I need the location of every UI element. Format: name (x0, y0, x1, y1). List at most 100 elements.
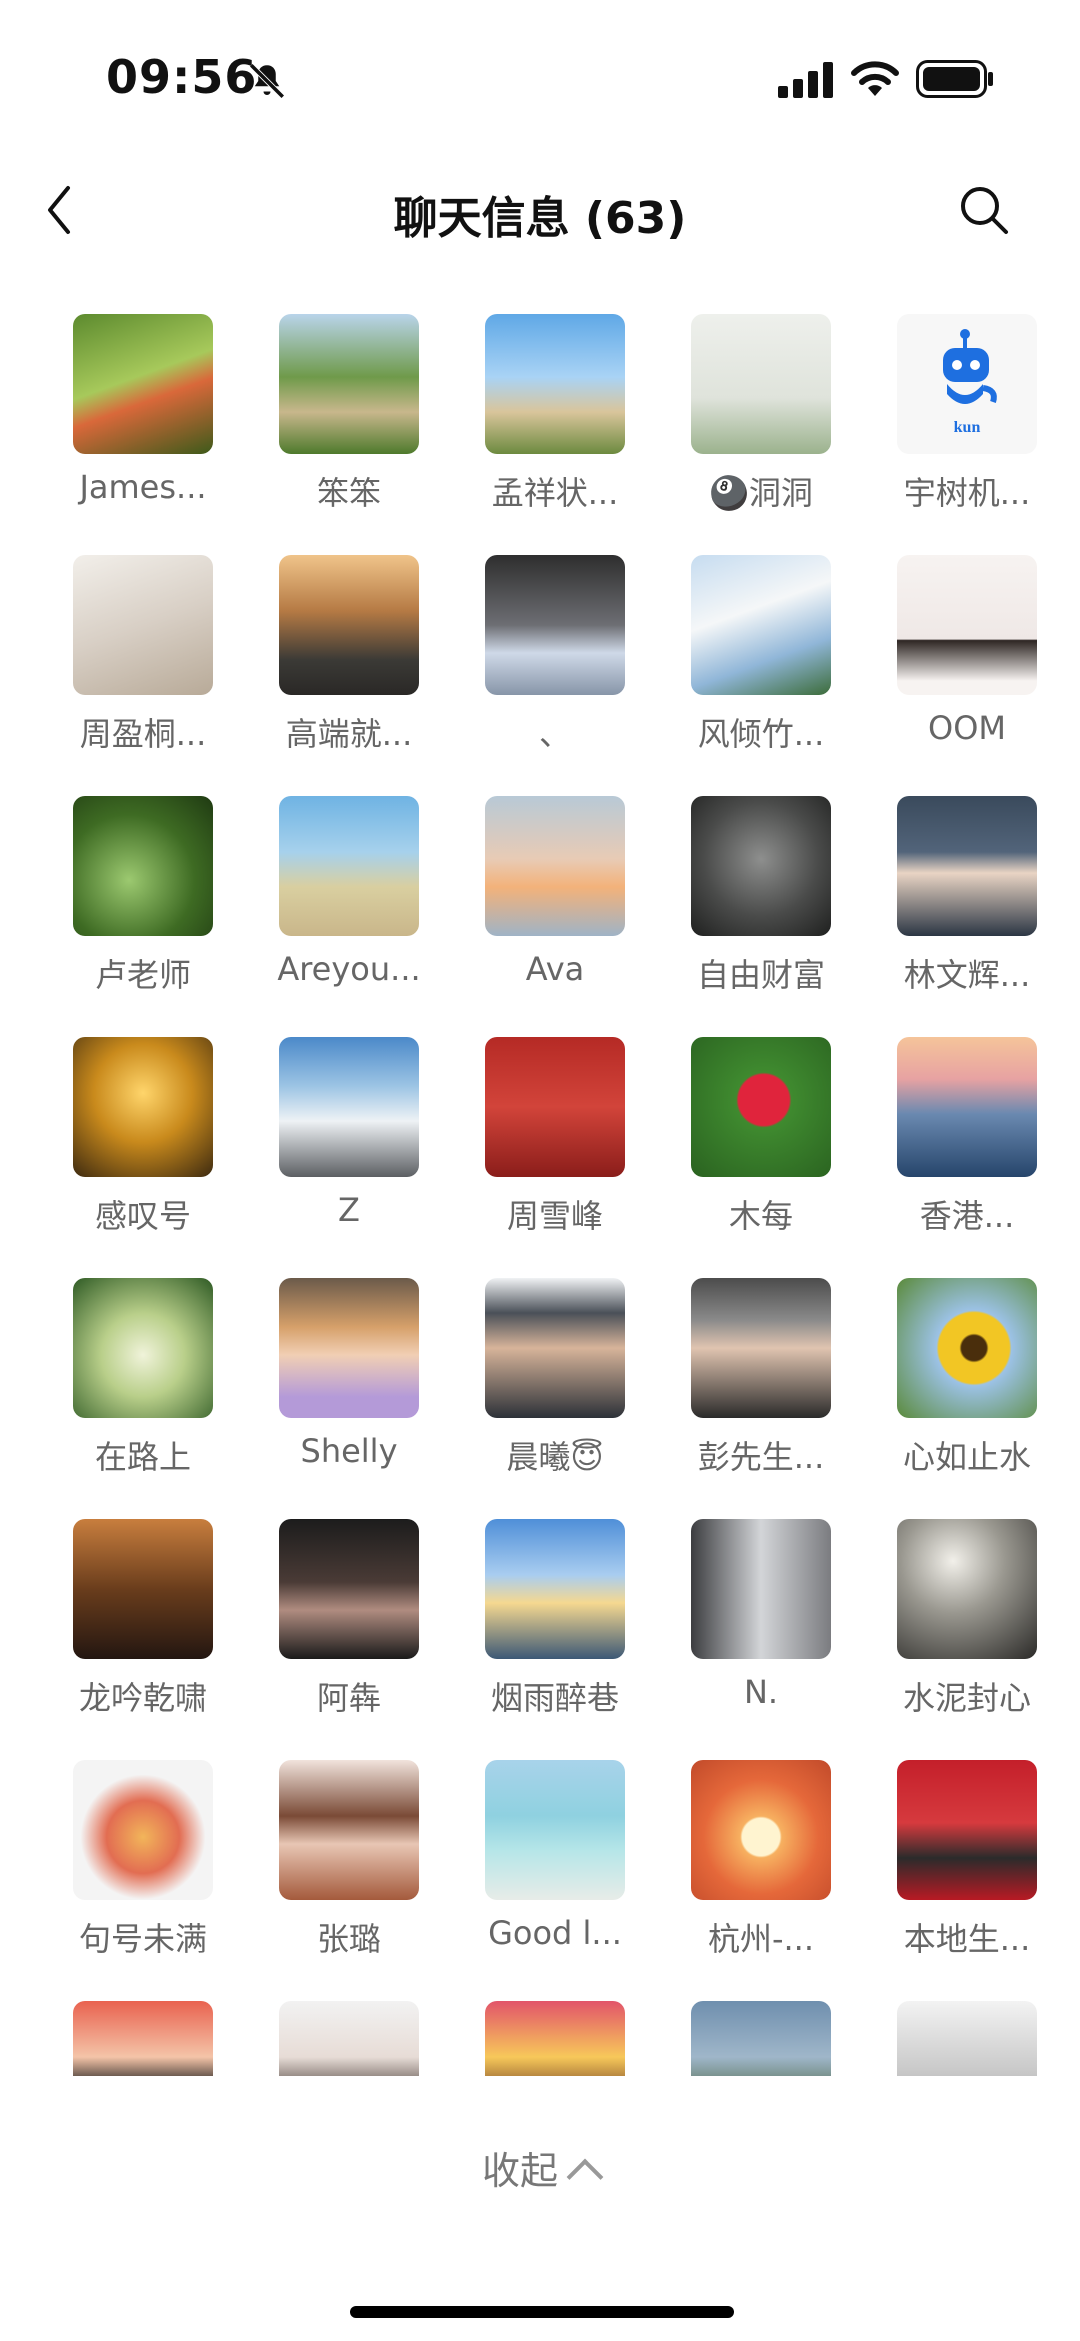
search-icon[interactable] (956, 182, 1012, 238)
member-avatar[interactable] (73, 796, 213, 936)
member-item[interactable]: N. (658, 1517, 864, 1758)
member-avatar[interactable] (691, 1037, 831, 1177)
muted-bell-icon (249, 63, 285, 99)
member-item[interactable]: 心如止水 (864, 1276, 1040, 1517)
member-item[interactable]: 高端就... (246, 553, 452, 794)
member-avatar[interactable] (279, 1760, 419, 1900)
member-item[interactable]: 卢老师 (40, 794, 246, 1035)
cellular-signal-icon (778, 62, 833, 98)
member-item[interactable]: Shelly (246, 1276, 452, 1517)
member-avatar[interactable] (897, 1760, 1037, 1900)
member-name: Z (338, 1191, 360, 1229)
member-avatar[interactable] (897, 2001, 1037, 2076)
member-avatar[interactable] (485, 1037, 625, 1177)
member-avatar[interactable] (485, 1760, 625, 1900)
member-avatar[interactable] (279, 1519, 419, 1659)
member-name: 晨曦😇 (506, 1438, 604, 1476)
member-avatar[interactable] (73, 1037, 213, 1177)
member-item[interactable]: 周盈桐... (40, 553, 246, 794)
member-item[interactable]: 周雪峰 (452, 1035, 658, 1276)
member-avatar[interactable] (691, 555, 831, 695)
member-item[interactable]: Areyou... (246, 794, 452, 1035)
member-avatar[interactable] (73, 1278, 213, 1418)
member-avatar[interactable] (485, 2001, 625, 2076)
member-item[interactable]: 张璐 (246, 1758, 452, 1999)
member-item[interactable]: 木每 (658, 1035, 864, 1276)
member-avatar[interactable] (279, 555, 419, 695)
member-name: 周盈桐... (79, 715, 207, 753)
member-item[interactable]: 龙吟乾啸 (40, 1517, 246, 1758)
member-name: 杭州-... (707, 1920, 815, 1958)
member-item[interactable]: OOM (864, 553, 1040, 794)
member-avatar[interactable] (279, 1037, 419, 1177)
member-item[interactable]: 烟雨醉巷 (452, 1517, 658, 1758)
member-avatar[interactable] (691, 1519, 831, 1659)
member-avatar[interactable] (691, 314, 831, 454)
member-item[interactable]: Good l... (452, 1758, 658, 1999)
member-avatar[interactable] (73, 1519, 213, 1659)
member-item[interactable]: Ava (452, 794, 658, 1035)
member-avatar[interactable] (485, 555, 625, 695)
member-avatar[interactable] (485, 796, 625, 936)
member-name: 自由财富 (696, 956, 825, 994)
member-item[interactable]: 笨笨 (246, 312, 452, 553)
member-avatar[interactable] (897, 1037, 1037, 1177)
member-avatar[interactable] (279, 1278, 419, 1418)
member-avatar[interactable] (485, 1278, 625, 1418)
member-name: 笨笨 (316, 474, 381, 512)
member-item[interactable] (658, 1999, 864, 2076)
member-item[interactable]: 阿犇 (246, 1517, 452, 1758)
member-avatar[interactable] (73, 2001, 213, 2076)
member-name: 宇树机... (903, 474, 1031, 512)
member-name: 水泥封心 (902, 1679, 1031, 1717)
member-item[interactable]: James... (40, 312, 246, 553)
member-avatar[interactable] (485, 314, 625, 454)
member-item[interactable] (246, 1999, 452, 2076)
member-avatar[interactable] (897, 1278, 1037, 1418)
member-item[interactable]: 🎱洞洞 (658, 312, 864, 553)
nav-bar: 聊天信息 (63) (0, 160, 1080, 260)
member-name: 木每 (728, 1197, 793, 1235)
member-avatar[interactable] (279, 2001, 419, 2076)
member-name: 高端就... (285, 715, 413, 753)
member-item[interactable]: 风倾竹... (658, 553, 864, 794)
member-item[interactable]: 香港... (864, 1035, 1040, 1276)
member-item[interactable]: 孟祥状... (452, 312, 658, 553)
member-item[interactable]: 水泥封心 (864, 1517, 1040, 1758)
member-avatar[interactable] (73, 314, 213, 454)
member-item[interactable]: 晨曦😇 (452, 1276, 658, 1517)
member-item[interactable] (452, 1999, 658, 2076)
member-name: N. (743, 1673, 779, 1711)
member-avatar[interactable] (485, 1519, 625, 1659)
member-avatar[interactable] (279, 314, 419, 454)
member-item[interactable]: 自由财富 (658, 794, 864, 1035)
member-item[interactable]: 杭州-... (658, 1758, 864, 1999)
member-avatar[interactable] (279, 796, 419, 936)
member-avatar[interactable] (73, 555, 213, 695)
battery-icon (916, 60, 993, 98)
page-title: 聊天信息 (63) (393, 193, 687, 244)
member-avatar[interactable] (897, 796, 1037, 936)
member-item[interactable]: 在路上 (40, 1276, 246, 1517)
member-name: 本地生... (903, 1920, 1031, 1958)
member-item[interactable] (40, 1999, 246, 2076)
member-item[interactable]: 本地生... (864, 1758, 1040, 1999)
member-item[interactable]: 、 (452, 553, 658, 794)
member-item[interactable]: 句号未满 (40, 1758, 246, 1999)
member-item[interactable]: kun 宇树机... (864, 312, 1040, 553)
member-avatar[interactable] (691, 2001, 831, 2076)
member-item[interactable]: Z (246, 1035, 452, 1276)
member-name: 张璐 (316, 1920, 381, 1958)
collapse-button[interactable]: 收起 (0, 2140, 1080, 2196)
member-item[interactable] (864, 1999, 1040, 2076)
member-item[interactable]: 感叹号 (40, 1035, 246, 1276)
member-avatar[interactable]: kun (897, 314, 1037, 454)
member-item[interactable]: 林文辉... (864, 794, 1040, 1035)
member-avatar[interactable] (691, 1760, 831, 1900)
member-avatar[interactable] (691, 796, 831, 936)
member-avatar[interactable] (691, 1278, 831, 1418)
member-item[interactable]: 彭先生... (658, 1276, 864, 1517)
member-avatar[interactable] (897, 555, 1037, 695)
member-avatar[interactable] (897, 1519, 1037, 1659)
member-avatar[interactable] (73, 1760, 213, 1900)
